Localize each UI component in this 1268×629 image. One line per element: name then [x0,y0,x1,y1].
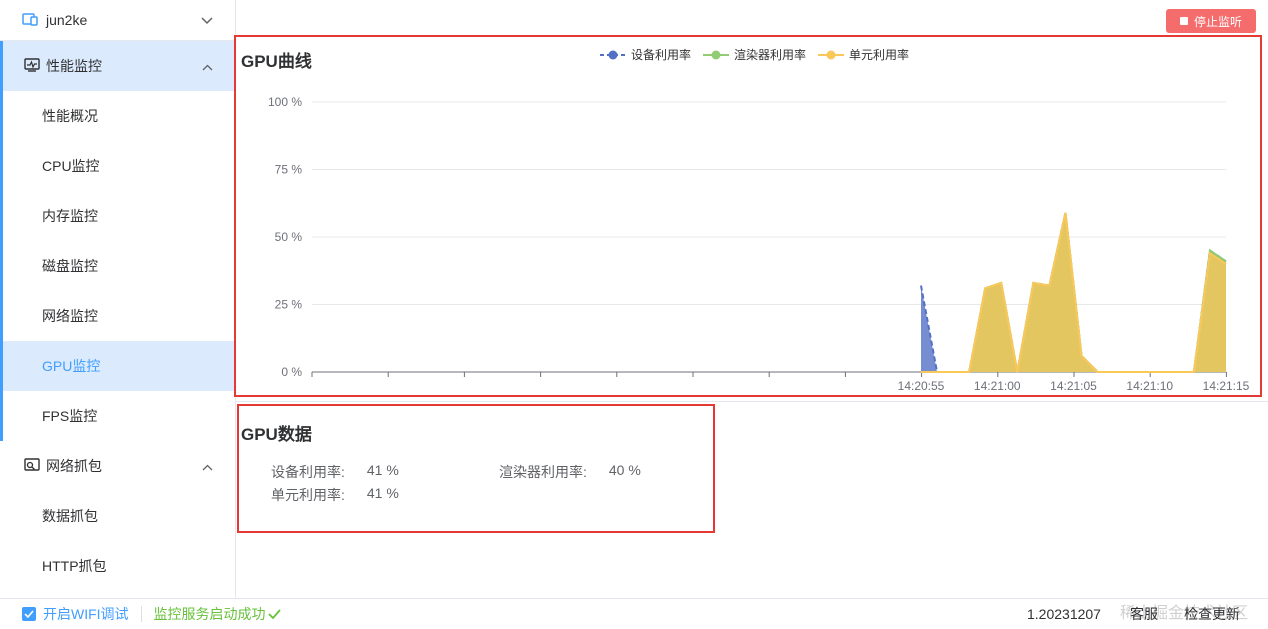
sidebar-item-data-capture[interactable]: 数据抓包 [0,491,235,541]
wifi-debug-toggle[interactable]: 开启WIFI调试 [22,604,129,624]
x-tick-label: 14:21:15 [1203,379,1250,393]
menu-group-indicator [0,41,3,441]
check-icon [267,606,281,622]
unit-utilization: 单元利用率: 41 % [271,485,399,505]
menu-group-label: 网络抓包 [46,458,102,474]
device-icon [22,12,38,29]
x-tick-label: 14:20:55 [898,379,945,393]
renderer-utilization-value: 40 % [608,462,641,478]
sidebar-item-http-capture[interactable]: HTTP抓包 [0,541,235,591]
chevron-up-icon[interactable] [202,58,213,74]
y-tick-label: 50 % [275,230,303,244]
sidebar-item-network[interactable]: 网络监控 [0,291,235,341]
device-utilization: 设备利用率: 41 % [271,462,399,482]
sidebar-item-label: CPU监控 [42,158,100,174]
sidebar-item-overview[interactable]: 性能概况 [0,91,235,141]
device-utilization-label: 设备利用率: [271,464,345,480]
wifi-debug-label: 开启WIFI调试 [43,606,129,622]
app-window: jun2ke 性能监控 性能概况 CPU监控 内存监控 磁盘监控 网络监控 GP… [0,0,1268,629]
menu-group-capture[interactable]: 网络抓包 [0,441,235,491]
stop-listening-button[interactable]: 停止监听 [1166,9,1256,33]
service-status: 监控服务启动成功 [154,604,281,624]
capture-icon [24,457,40,475]
sidebar-item-label: 网络监控 [42,308,98,324]
gpu-chart: 0 % 25 % 50 % 75 % 100 % 14:20:55 14:21:00 14:2… [268,95,1250,393]
sidebar: jun2ke 性能监控 性能概况 CPU监控 内存监控 磁盘监控 网络监控 GP… [0,0,236,598]
sidebar-item-label: 内存监控 [42,208,98,224]
x-tick-label: 14:21:10 [1126,379,1173,393]
section-divider [236,401,1268,402]
menu-group-performance[interactable]: 性能监控 [0,41,235,91]
stop-button-label: 停止监听 [1193,14,1242,29]
x-tick-label: 14:21:00 [974,379,1021,393]
sidebar-item-label: GPU监控 [42,358,101,374]
sidebar-item-cpu[interactable]: CPU监控 [0,141,235,191]
sidebar-item-disk[interactable]: 磁盘监控 [0,241,235,291]
y-tick-label: 100 % [268,95,302,109]
gpu-data-panel: GPU数据 设备利用率: 41 % 渲染器利用率: 40 % 单元利用率: 41… [237,404,715,533]
sidebar-item-label: 磁盘监控 [42,258,98,274]
unit-utilization-value: 41 % [366,485,399,501]
gpu-chart-panel: GPU曲线 设备利用率 渲染器利用率 单元利用率 0 % 25 % 50 % 75 %… [234,35,1262,397]
sidebar-item-label: 数据抓包 [42,508,98,524]
device-utilization-value: 41 % [366,462,399,478]
checkbox-checked-icon[interactable] [22,607,36,621]
device-name: jun2ke [46,12,88,28]
chevron-up-icon[interactable] [202,458,213,474]
sidebar-item-memory[interactable]: 内存监控 [0,191,235,241]
stop-icon [1179,17,1188,25]
monitor-icon [24,57,40,75]
sidebar-item-label: HTTP抓包 [42,558,107,574]
sidebar-item-label: FPS监控 [42,408,98,424]
support-link[interactable]: 客服 [1130,604,1158,624]
sidebar-item-fps[interactable]: FPS监控 [0,391,235,441]
y-tick-label: 0 % [281,365,302,379]
x-tick-label: 14:21:05 [1050,379,1097,393]
menu-group-label: 性能监控 [46,58,102,74]
renderer-utilization: 渲染器利用率: 40 % [499,462,641,482]
renderer-utilization-label: 渲染器利用率: [499,464,587,480]
sidebar-item-gpu[interactable]: GPU监控 [0,341,235,391]
service-status-text: 监控服务启动成功 [153,606,266,622]
device-selector[interactable]: jun2ke [0,0,235,41]
version-label: 1.20231207 [1027,606,1101,622]
chevron-down-icon[interactable] [201,12,213,28]
y-tick-label: 75 % [275,163,303,177]
unit-utilization-label: 单元利用率: [271,487,345,503]
status-separator [140,606,142,622]
y-tick-label: 25 % [275,298,303,312]
sidebar-item-label: 性能概况 [42,108,98,124]
status-bar: 开启WIFI调试 监控服务启动成功 1.20231207 稀土掘金技术社区 客服… [0,598,1268,629]
data-panel-title: GPU数据 [241,425,312,444]
check-update-link[interactable]: 检查更新 [1184,604,1240,624]
